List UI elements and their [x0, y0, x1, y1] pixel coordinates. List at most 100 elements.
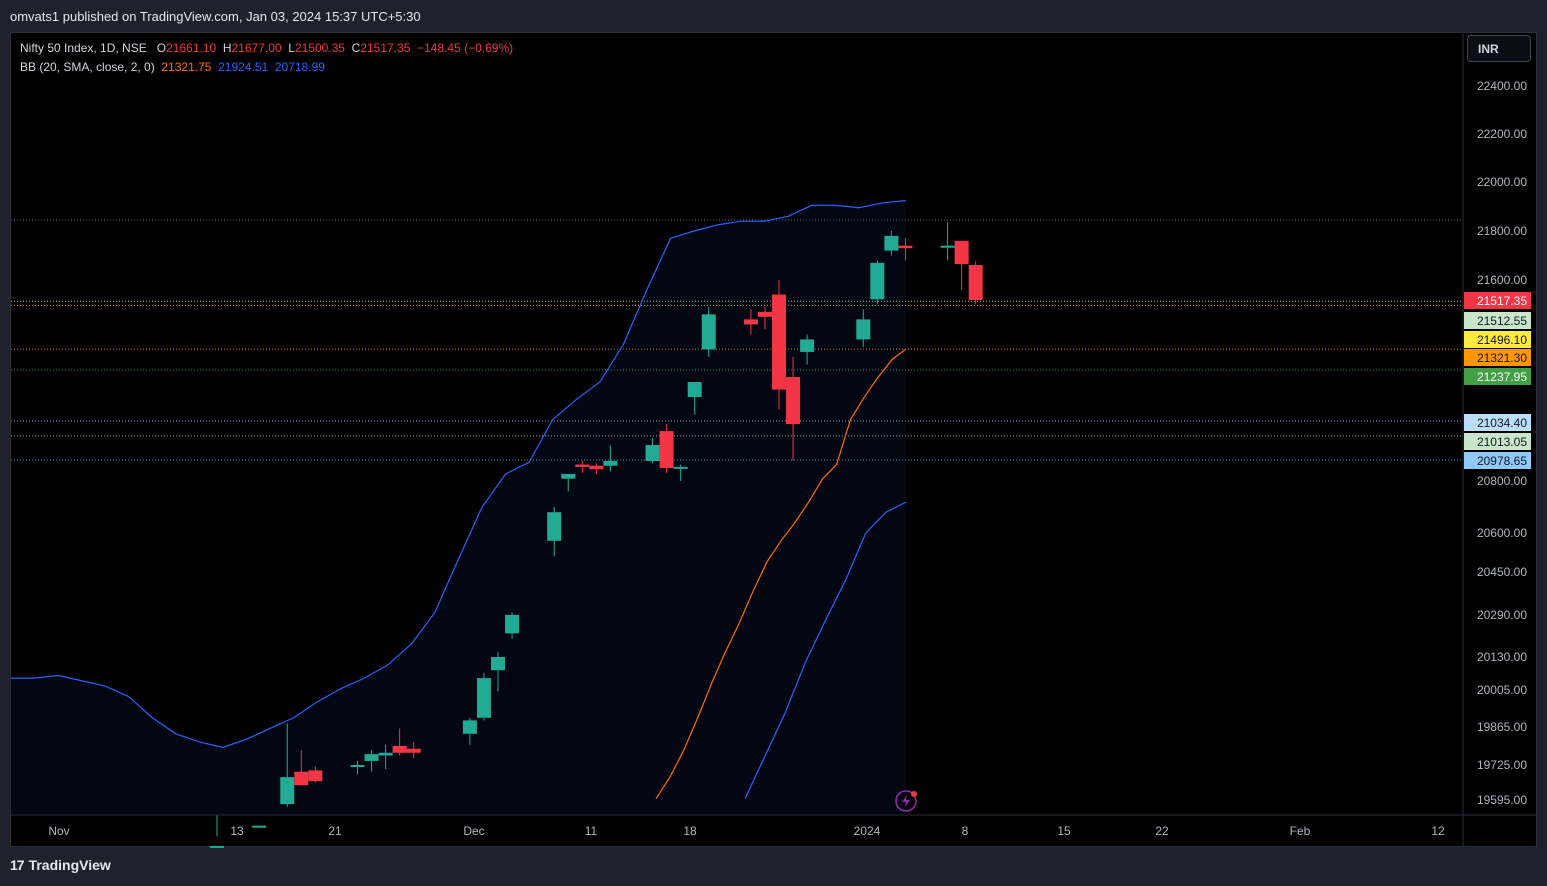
candle [954, 240, 969, 290]
time-tick-label: 22 [1155, 824, 1169, 838]
candle-body [462, 720, 477, 734]
price-badge: 21034.40 [1464, 414, 1531, 431]
time-tick-label: Nov [48, 824, 69, 838]
price-badge: 21512.55 [1464, 312, 1531, 329]
price-badge-label: 21517.35 [1477, 294, 1527, 308]
legend-open-label: O [156, 41, 167, 55]
candle [252, 814, 267, 828]
price-badge-label: 21496.10 [1477, 333, 1527, 347]
price-tick-label: 20290.00 [1477, 608, 1527, 622]
candle-body [884, 235, 899, 251]
time-tick-label: 15 [1057, 824, 1071, 838]
price-tick-label: 19865.00 [1477, 720, 1527, 734]
candle-body [701, 314, 716, 350]
price-badge: 21517.35 [1464, 292, 1531, 309]
candle-body [280, 777, 295, 805]
bollinger-fill [11, 200, 906, 815]
legend-close-value: 21517.35 [360, 41, 411, 55]
candle-body [968, 265, 983, 300]
candle-body [252, 825, 267, 828]
price-tick-label: 22000.00 [1477, 175, 1527, 189]
candle-body [491, 657, 505, 671]
legend-bb-label: BB (20, SMA, close, 2, 0) [20, 60, 155, 74]
price-badge-label: 21512.55 [1477, 314, 1527, 328]
price-tick-label: 20600.00 [1477, 526, 1527, 540]
brand-name: TradingView [28, 857, 111, 873]
candle-body [940, 245, 955, 248]
price-badge: 21496.10 [1464, 331, 1531, 348]
legend-low-label: L [288, 41, 295, 55]
price-tick-label: 21800.00 [1477, 224, 1527, 238]
price-tick-label: 19595.00 [1477, 793, 1527, 807]
candle [476, 672, 491, 721]
candle-body [757, 311, 772, 317]
candle-body [673, 466, 688, 469]
legend-bb-lower: 20718.99 [274, 60, 325, 74]
bottom-bar [0, 848, 1547, 886]
chart-legend: Nifty 50 Index, 1D, NSE O21661.10 H21677… [20, 39, 513, 77]
candlestick-chart[interactable]: 22400.00 22200.00 22000.00 21800.00 21600.00… [0, 0, 1547, 886]
time-tick-label: 18 [683, 824, 697, 838]
candle [659, 424, 674, 473]
price-badge: 21237.95 [1464, 368, 1531, 385]
price-tick-label: 20005.00 [1477, 683, 1527, 697]
legend-bb-upper: 21924.51 [218, 60, 269, 74]
candle-body [350, 765, 365, 767]
candle-body [687, 382, 702, 398]
time-tick-label: 13 [230, 824, 244, 838]
candle-body [575, 464, 590, 467]
candle-body [603, 461, 618, 466]
legend-high-label: H [222, 41, 232, 55]
candle-body [856, 319, 871, 340]
legend-open-value: 21661.10 [166, 41, 217, 55]
candle-body [308, 770, 323, 782]
candle [870, 260, 885, 305]
price-badge-label: 20978.65 [1477, 454, 1527, 468]
price-badge: 20978.65 [1464, 452, 1531, 469]
time-tick-label: Feb [1290, 824, 1311, 838]
candle-body [743, 319, 758, 325]
candle-body [898, 245, 913, 249]
currency-button[interactable]: INR [1467, 35, 1531, 62]
legend-high-value: 21677.00 [231, 41, 282, 55]
time-tick-label: 2024 [854, 824, 881, 838]
price-tick-label: 22200.00 [1477, 127, 1527, 141]
candle [940, 222, 955, 261]
price-tick-label: 22400.00 [1477, 79, 1527, 93]
candle-body [870, 262, 885, 300]
legend-bb-basis: 21321.75 [161, 60, 212, 74]
price-badge-label: 21013.05 [1477, 435, 1527, 449]
candle-body [786, 377, 801, 425]
candle-body [505, 615, 520, 634]
candle [210, 815, 224, 848]
candle-body [589, 465, 604, 470]
candle-body [294, 771, 309, 786]
time-tick-label: 12 [1431, 824, 1445, 838]
price-tick-label: 20450.00 [1477, 565, 1527, 579]
price-tick-label: 21600.00 [1477, 273, 1527, 287]
price-tick-label: 19725.00 [1477, 758, 1527, 772]
candle-body [364, 754, 379, 761]
bollinger-band-fill [11, 200, 906, 815]
tradingview-logo[interactable]: 17 TradingView [10, 857, 111, 873]
time-tick-label: 21 [328, 824, 342, 838]
candle-body [561, 473, 576, 479]
candle-body [659, 431, 674, 469]
candle-body [406, 748, 421, 753]
candle [968, 261, 983, 305]
price-badge-label: 21321.30 [1477, 351, 1527, 365]
candle-body [954, 240, 969, 265]
price-badges: 21517.35 21512.55 21496.10 21321.30 21237.95… [1464, 292, 1531, 469]
candle-body [392, 746, 407, 753]
price-badge: 21321.30 [1464, 349, 1531, 366]
candle-body [645, 445, 660, 462]
legend-ohlc-row: Nifty 50 Index, 1D, NSE O21661.10 H21677… [20, 39, 513, 58]
price-tick-label: 20130.00 [1477, 650, 1527, 664]
candle-body [378, 752, 393, 756]
candle-body [800, 339, 815, 352]
legend-low-value: 21500.35 [294, 41, 345, 55]
legend-change: −148.45 (−0.69%) [417, 41, 514, 55]
time-tick-label: 8 [962, 824, 969, 838]
candle-body [772, 294, 786, 390]
time-tick-label: 11 [585, 824, 598, 838]
